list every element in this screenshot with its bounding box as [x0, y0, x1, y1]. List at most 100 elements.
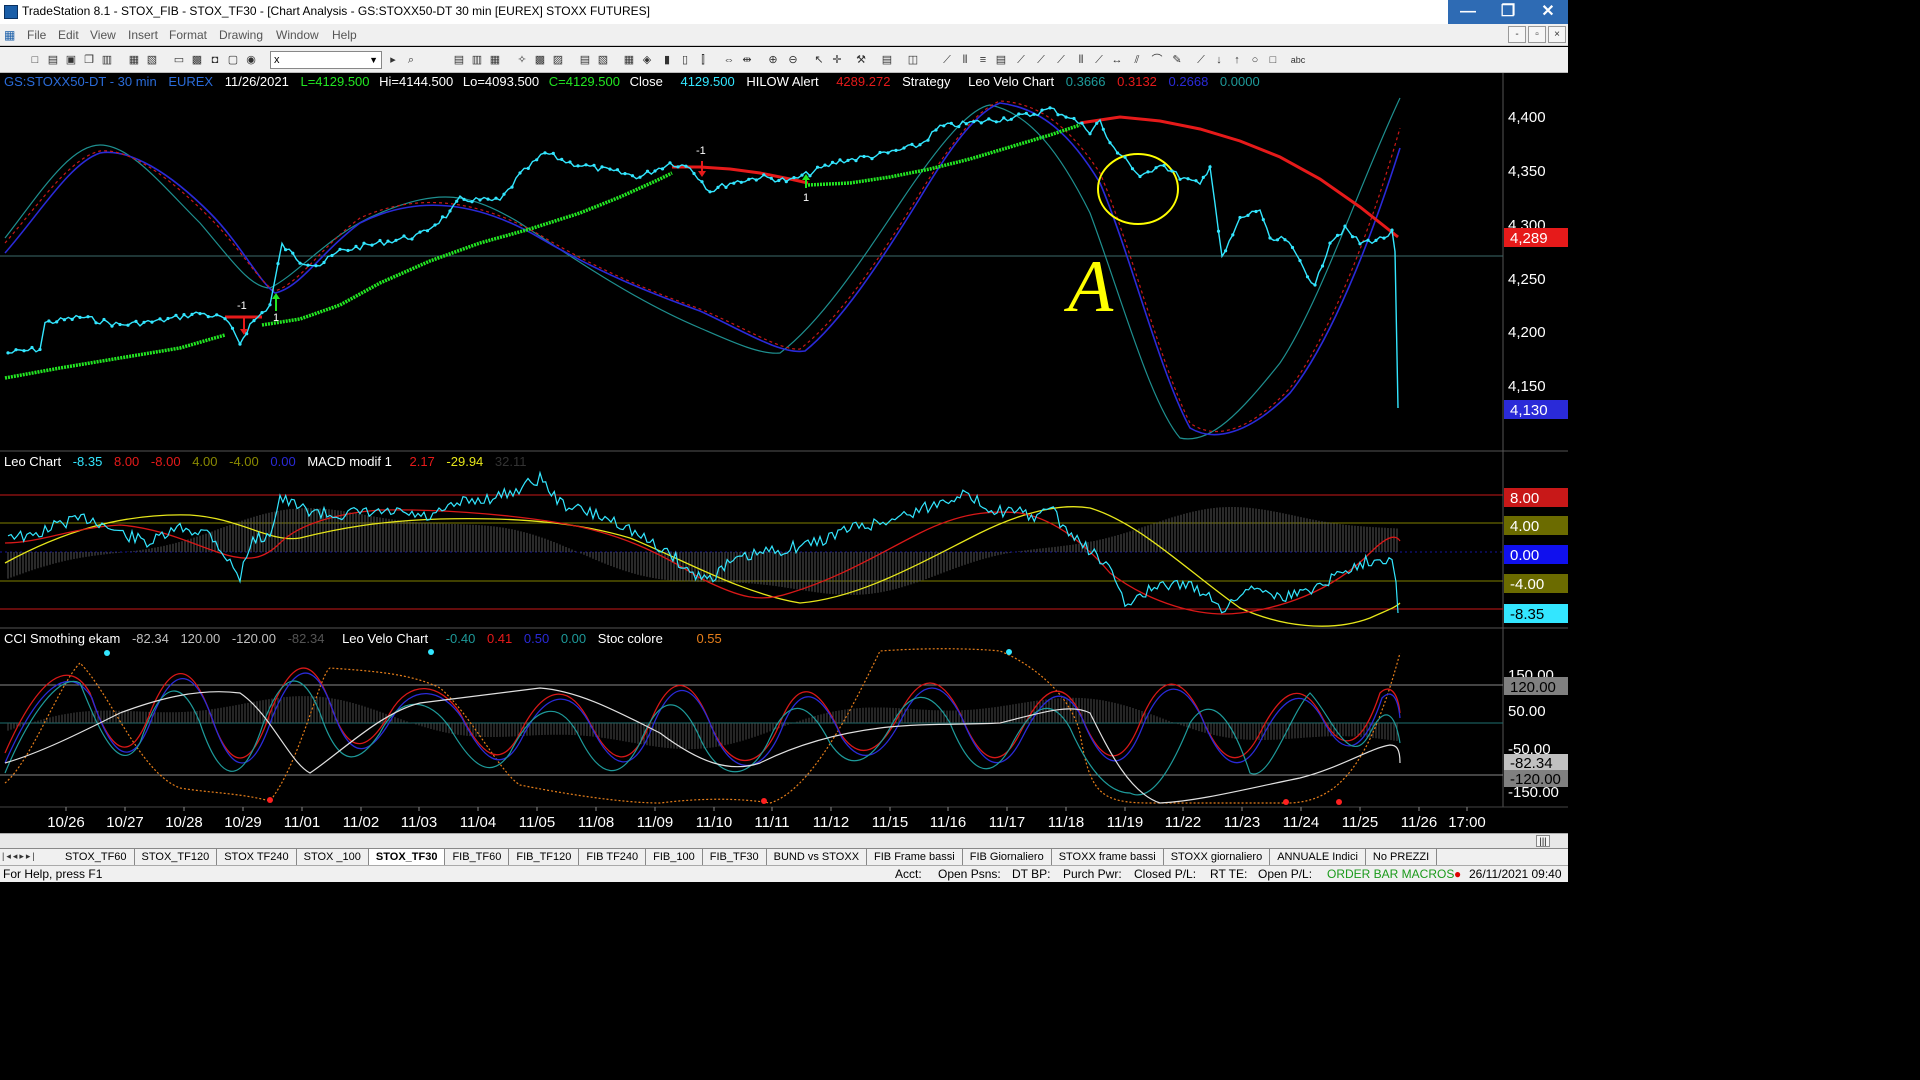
price-axis-label: 4,350 [1508, 163, 1546, 180]
menu-insert[interactable]: Insert [128, 28, 158, 42]
candle-chart-icon[interactable]: ▯ [678, 53, 692, 67]
print-preview-icon[interactable]: ▧ [145, 53, 159, 67]
symbol-label[interactable]: GS:STOXX50-DT - 30 min [4, 74, 157, 89]
tab-stoxx-giornaliero[interactable]: STOXX giornaliero [1164, 849, 1271, 865]
matrix-icon[interactable]: ▦ [488, 53, 502, 67]
parallel-lines-icon[interactable]: ⫽ [1130, 53, 1144, 67]
price-dot [762, 173, 766, 177]
format-icon[interactable]: ▧ [596, 53, 610, 67]
tab-fib-tf240[interactable]: FIB TF240 [579, 849, 647, 865]
line-chart-icon[interactable]: ⫿ [696, 53, 710, 67]
tab-no-prezzi[interactable]: No PREZZI [1366, 849, 1438, 865]
horizontal-arrow-icon[interactable]: ↔ [1110, 53, 1124, 67]
price-dot [1154, 166, 1158, 170]
mdi-minimize-button[interactable]: - [1508, 26, 1526, 43]
tab-annuale-indici[interactable]: ANNUALE Indici [1270, 849, 1366, 865]
tab-fib-giornaliero[interactable]: FIB Giornaliero [963, 849, 1052, 865]
alerts-icon[interactable]: ◈ [640, 53, 654, 67]
minimize-button[interactable]: — [1448, 0, 1488, 24]
menu-format[interactable]: Format [169, 28, 207, 42]
menu-edit[interactable]: Edit [58, 28, 79, 42]
channel-icon[interactable]: ▤ [994, 53, 1008, 67]
tab-fib-tf120[interactable]: FIB_TF120 [509, 849, 580, 865]
tab-nav-arrows-icon[interactable]: |◂◂▸▸| [2, 851, 37, 862]
insert-indicator-icon[interactable]: ▤ [578, 53, 592, 67]
workspace-icon[interactable]: ▢ [226, 53, 240, 67]
arc-icon[interactable]: ⟋ [1092, 53, 1106, 67]
copy-icon[interactable]: ❐ [82, 53, 96, 67]
expand-bars-icon[interactable]: ⇹ [740, 53, 754, 67]
bar-chart-icon[interactable]: ▮ [660, 53, 674, 67]
ellipse-icon[interactable]: ○ [1248, 53, 1262, 67]
mdi-restore-button[interactable]: ▫ [1528, 26, 1546, 43]
up-arrow-icon[interactable]: ↑ [1230, 53, 1244, 67]
fibonacci-icon[interactable]: ⟋ [1014, 53, 1028, 67]
new-file-icon[interactable]: □ [28, 53, 42, 67]
andrews-pitchfork-icon[interactable]: ⟋ [1034, 53, 1048, 67]
menu-view[interactable]: View [90, 28, 116, 42]
vertical-lines-icon[interactable]: ⦀ [958, 53, 972, 67]
text-icon[interactable]: abc [1288, 53, 1308, 67]
crosshair-icon[interactable]: ✛ [830, 53, 844, 67]
macd-red-line [4, 509, 1401, 615]
data-window-icon[interactable]: ▦ [622, 53, 636, 67]
horizontal-lines-icon[interactable]: ≡ [976, 53, 990, 67]
angle-line-icon[interactable]: ⟋ [1194, 53, 1208, 67]
tile-icon[interactable]: ▩ [190, 53, 204, 67]
tab-stox-tf240[interactable]: STOX TF240 [217, 849, 297, 865]
tab-stox-tf30[interactable]: STOX_TF30 [368, 849, 446, 865]
globe-icon[interactable]: ◉ [244, 53, 258, 67]
chart-area[interactable]: -1 1 -1 1 A 4,400 4,350 4,300 4,250 4,20… [0, 73, 1568, 833]
status-order-bar[interactable]: ORDER BAR MACROS [1327, 867, 1454, 881]
tab-fib-tf30[interactable]: FIB_TF30 [703, 849, 767, 865]
speed-lines-icon[interactable]: ⦀ [1074, 53, 1088, 67]
tab-stox-100[interactable]: STOX _100 [297, 849, 369, 865]
tab-fib-100[interactable]: FIB_100 [646, 849, 703, 865]
drawing-icon[interactable]: ▤ [880, 53, 894, 67]
zoom-pan-icon[interactable]: ⇔ [722, 53, 736, 67]
zoom-in-icon[interactable]: ⊕ [766, 53, 780, 67]
menu-file[interactable]: File [27, 28, 46, 42]
symbol-lookup-icon[interactable]: ⌕ [404, 53, 418, 67]
trendline-icon[interactable]: ⟋ [940, 53, 954, 67]
rectangle-icon[interactable]: □ [1266, 53, 1280, 67]
save-icon[interactable]: ▣ [64, 53, 78, 67]
down-arrow-icon[interactable]: ↓ [1212, 53, 1226, 67]
gann-fan-icon[interactable]: ⟋ [1054, 53, 1068, 67]
close-button[interactable]: ✕ [1528, 0, 1568, 24]
paste-icon[interactable]: ▥ [100, 53, 114, 67]
strategy-icon[interactable]: ▨ [551, 53, 565, 67]
lock-icon[interactable]: ◘ [208, 53, 222, 67]
menu-window[interactable]: Window [276, 28, 319, 42]
pencil-icon[interactable]: ✎ [1170, 53, 1184, 67]
arcs-icon[interactable]: ⌒ [1150, 53, 1164, 67]
chart-canvas[interactable]: -1 1 -1 1 A 4,400 4,350 4,300 4,250 4,20… [0, 73, 1568, 833]
menu-drawing[interactable]: Drawing [219, 28, 263, 42]
tab-stox-tf60[interactable]: STOX_TF60 [58, 849, 135, 865]
tab-stoxx-frame-bassi[interactable]: STOXX frame bassi [1052, 849, 1164, 865]
maximize-button[interactable]: ❐ [1488, 0, 1528, 24]
go-arrow-icon[interactable]: ▸ [386, 53, 400, 67]
horizontal-scrollbar[interactable]: ||| [0, 833, 1568, 848]
window-icon[interactable]: ▭ [172, 53, 186, 67]
tab-stox-tf120[interactable]: STOX_TF120 [135, 849, 218, 865]
scanner-icon[interactable]: ▩ [533, 53, 547, 67]
options-icon[interactable]: ✧ [515, 53, 529, 67]
symbol-selector[interactable]: x ▼ [270, 51, 382, 69]
radar-screen-icon[interactable]: ▥ [470, 53, 484, 67]
scroll-thumb-icon[interactable]: ||| [1536, 835, 1550, 847]
pointer-icon[interactable]: ↖ [812, 53, 826, 67]
tab-bund-vs-stoxx[interactable]: BUND vs STOXX [767, 849, 868, 865]
chart-window-icon[interactable]: ▤ [452, 53, 466, 67]
print-icon[interactable]: ▦ [127, 53, 141, 67]
object-icon[interactable]: ◫ [906, 53, 920, 67]
open-file-icon[interactable]: ▤ [46, 53, 60, 67]
mdi-close-button[interactable]: × [1548, 26, 1566, 43]
zoom-out-icon[interactable]: ⊖ [786, 53, 800, 67]
tab-fib-frame-bassi[interactable]: FIB Frame bassi [867, 849, 963, 865]
buy-signal-2: 1 [802, 174, 810, 204]
tools-icon[interactable]: ⚒ [854, 53, 868, 67]
menu-help[interactable]: Help [332, 28, 357, 42]
tab-fib-tf60[interactable]: FIB_TF60 [445, 849, 510, 865]
price-dot [1123, 155, 1127, 159]
